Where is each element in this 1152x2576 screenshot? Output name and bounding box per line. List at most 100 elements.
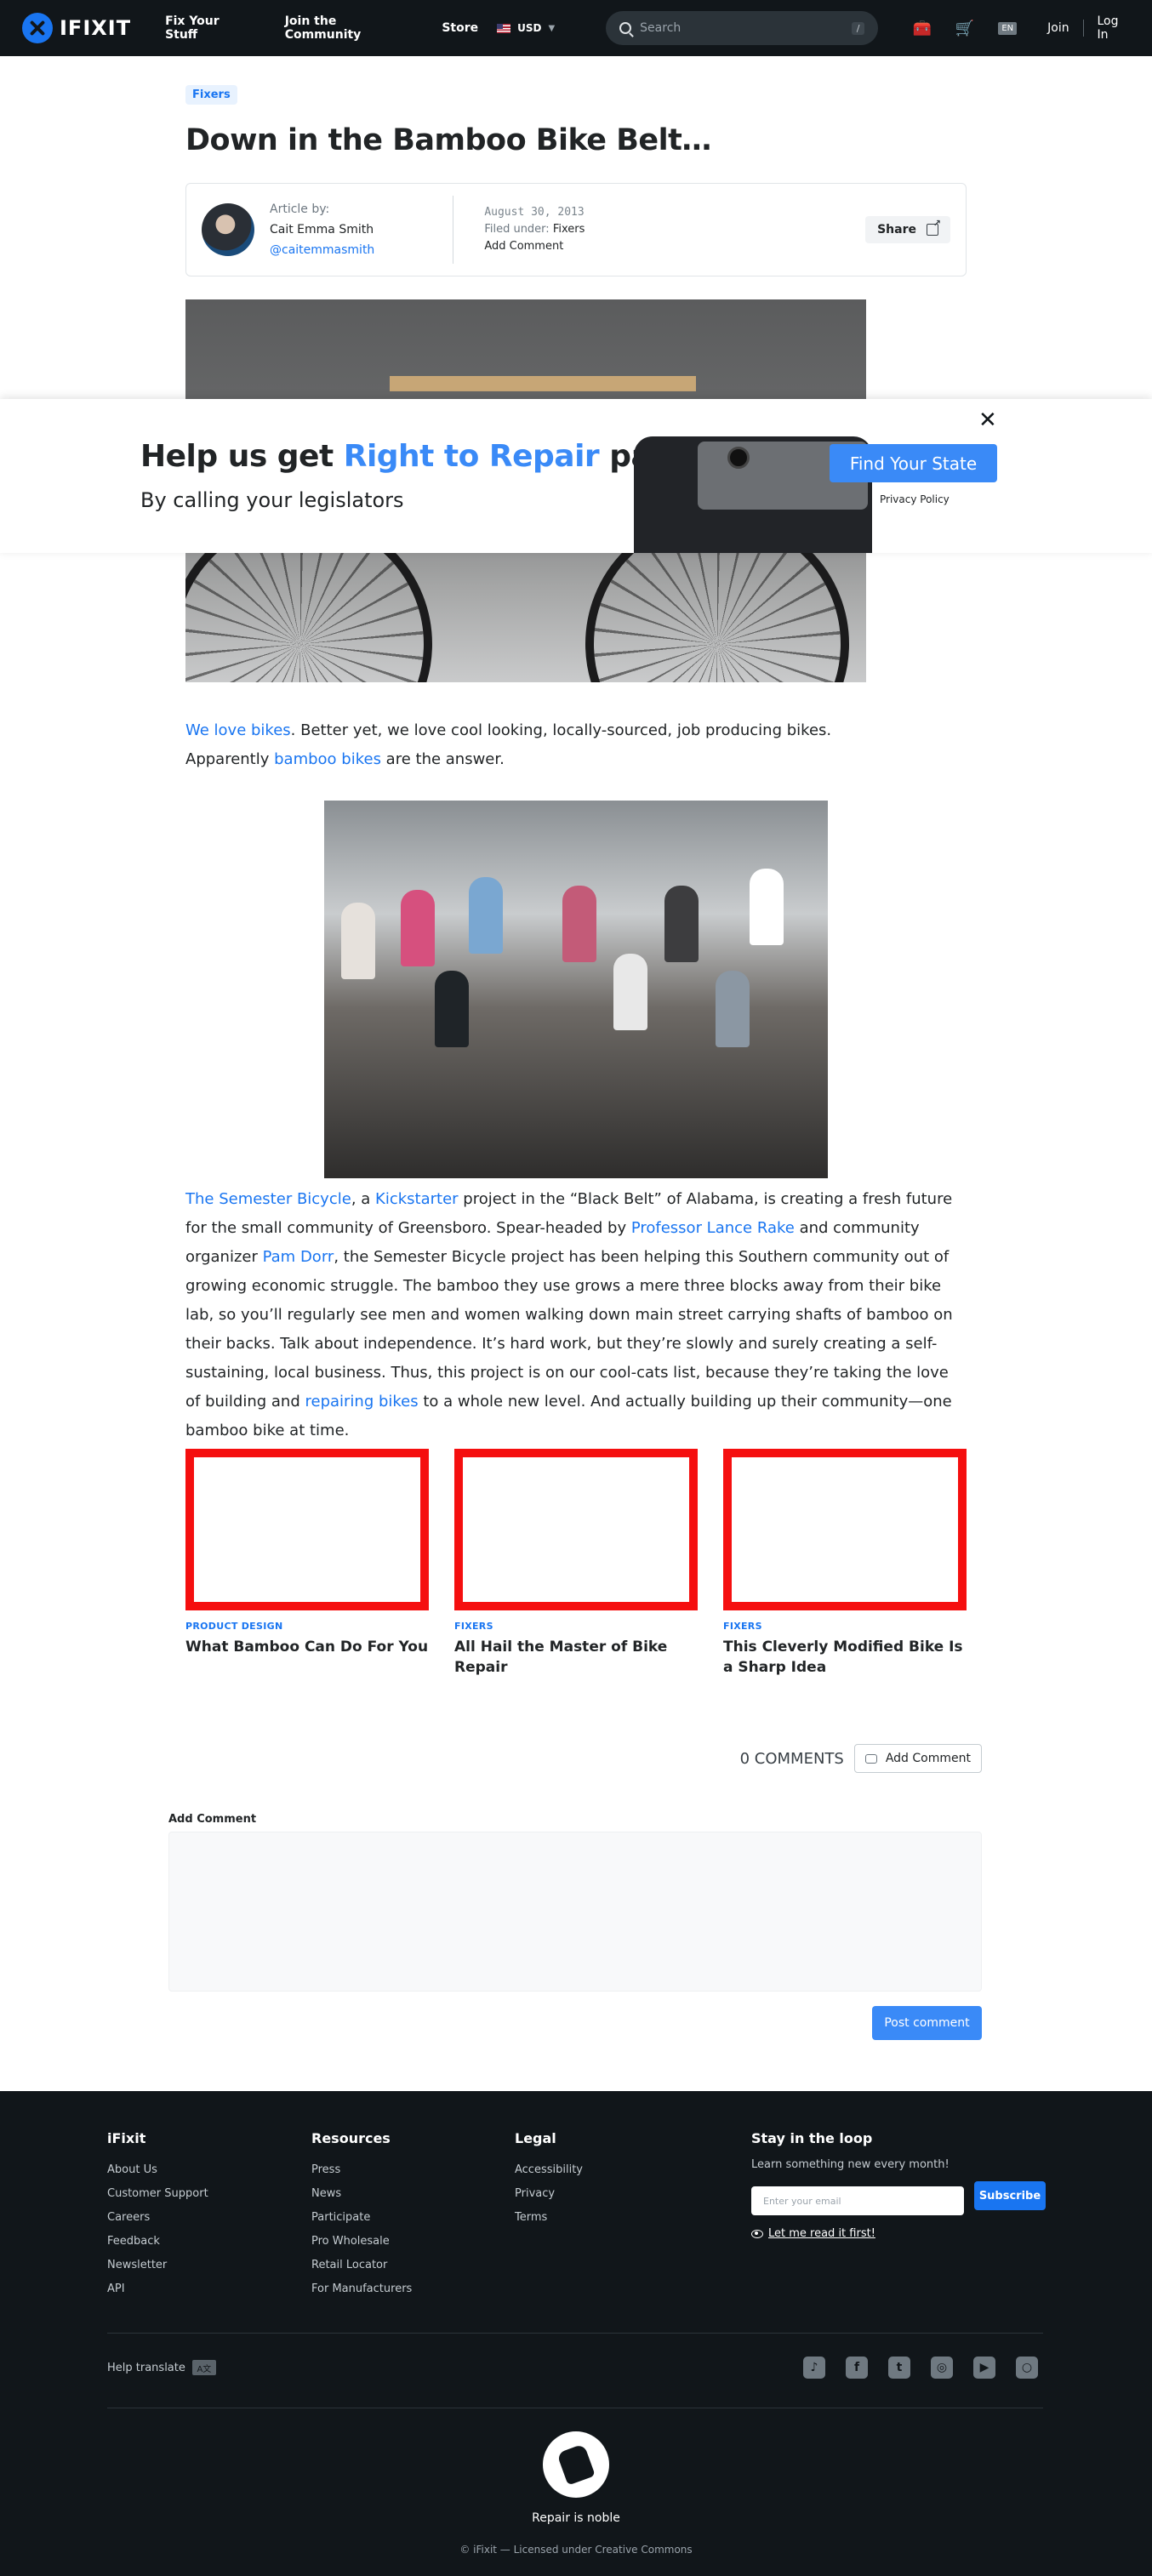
- footer-link[interactable]: News: [311, 2182, 412, 2206]
- article-title: Down in the Bamboo Bike Belt…: [185, 123, 711, 157]
- nav-link-join-community[interactable]: Join the Community: [285, 14, 405, 42]
- photo-person: [664, 886, 699, 962]
- footer-link[interactable]: Retail Locator: [311, 2254, 412, 2277]
- site-footer: iFixit About Us Customer Support Careers…: [0, 2091, 1152, 2576]
- language-selector[interactable]: EN: [998, 21, 1018, 35]
- footer-link[interactable]: For Manufacturers: [311, 2277, 412, 2301]
- related-title[interactable]: All Hail the Master of Bike Repair: [454, 1637, 698, 1678]
- facebook-icon[interactable]: f: [846, 2357, 868, 2379]
- instagram-icon[interactable]: ◎: [931, 2357, 953, 2379]
- read-first-link[interactable]: Let me read it first!: [751, 2227, 964, 2240]
- logo-text: IFIXIT: [60, 16, 132, 40]
- footer-tagline: Repair is noble: [532, 2511, 620, 2525]
- related-thumbnail[interactable]: [723, 1449, 967, 1610]
- repair-org-icon[interactable]: ○: [1016, 2357, 1038, 2379]
- currency-selector[interactable]: USD ▼: [497, 22, 555, 34]
- privacy-policy-link[interactable]: Privacy Policy: [880, 493, 950, 505]
- filed-label: Filed under:: [484, 223, 550, 236]
- search-input[interactable]: Search /: [606, 11, 879, 45]
- link-bamboo-bikes[interactable]: bamboo bikes: [274, 750, 381, 768]
- phone-camera-graphic: [727, 447, 750, 469]
- footer-link[interactable]: API: [107, 2277, 208, 2301]
- youtube-icon[interactable]: ▶: [973, 2357, 995, 2379]
- search-shortcut-key: /: [851, 21, 865, 35]
- filed-value[interactable]: Fixers: [553, 223, 585, 236]
- related-category[interactable]: PRODUCT DESIGN: [185, 1621, 429, 1632]
- banner-subtitle: By calling your legislators: [140, 488, 404, 512]
- footer-link[interactable]: Terms: [515, 2206, 583, 2230]
- toolbox-icon[interactable]: 🧰: [912, 20, 931, 37]
- chevron-down-icon: ▼: [548, 23, 556, 33]
- link-repairing-bikes[interactable]: repairing bikes: [305, 1393, 418, 1411]
- comment-bubble-icon: [864, 1753, 877, 1764]
- nav-link-fix-your-stuff[interactable]: Fix Your Stuff: [165, 14, 248, 42]
- external-share-icon: [927, 218, 941, 236]
- related-card[interactable]: FIXERS All Hail the Master of Bike Repai…: [454, 1449, 698, 1678]
- link-kickstarter[interactable]: Kickstarter: [375, 1190, 459, 1208]
- footer-heading: Resources: [311, 2130, 391, 2146]
- share-button[interactable]: Share: [865, 216, 950, 243]
- comment-textarea[interactable]: [168, 1832, 982, 1992]
- related-thumbnail[interactable]: [185, 1449, 429, 1610]
- twitter-icon[interactable]: t: [888, 2357, 910, 2379]
- email-input[interactable]: Enter your email: [751, 2186, 964, 2215]
- category-tag[interactable]: Fixers: [185, 85, 237, 105]
- currency-label: USD: [517, 22, 542, 34]
- article-header: Fixers Down in the Bamboo Bike Belt… Art…: [185, 85, 967, 276]
- author-label: Article by:: [270, 202, 330, 216]
- help-translate-link[interactable]: Help translate A文: [107, 2360, 216, 2375]
- find-your-state-button[interactable]: Find Your State: [830, 444, 997, 482]
- author-avatar[interactable]: [202, 203, 254, 256]
- related-title[interactable]: What Bamboo Can Do For You: [185, 1637, 429, 1657]
- related-articles: PRODUCT DESIGN What Bamboo Can Do For Yo…: [185, 1449, 967, 1678]
- nav-link-store[interactable]: Store: [442, 21, 478, 35]
- link-pam-dorr[interactable]: Pam Dorr: [263, 1248, 334, 1266]
- article-meta-card: Article by: Cait Emma Smith @caitemmasmi…: [185, 183, 967, 276]
- link-we-love-bikes[interactable]: We love bikes: [185, 721, 291, 739]
- us-flag-icon: [497, 23, 511, 33]
- photo-person: [716, 971, 750, 1047]
- p1-text-2: are the answer.: [380, 750, 505, 768]
- add-comment-button[interactable]: Add Comment: [853, 1744, 982, 1773]
- post-comment-button[interactable]: Post comment: [872, 2006, 982, 2040]
- related-thumbnail[interactable]: [454, 1449, 698, 1610]
- tiktok-icon[interactable]: ♪: [803, 2357, 825, 2379]
- footer-link[interactable]: Feedback: [107, 2230, 208, 2254]
- add-comment-link[interactable]: Add Comment: [484, 238, 585, 255]
- photo-person: [341, 903, 375, 979]
- photo-person: [562, 886, 596, 962]
- join-link[interactable]: Join: [1047, 21, 1069, 35]
- eye-icon: [751, 2229, 763, 2238]
- footer-link[interactable]: Customer Support: [107, 2182, 208, 2206]
- p2-text-4: , the Semester Bicycle project has been …: [185, 1248, 953, 1411]
- author-handle-link[interactable]: @caitemmasmith: [270, 243, 374, 257]
- link-semester-bicycle[interactable]: The Semester Bicycle: [185, 1190, 351, 1208]
- footer-link[interactable]: Participate: [311, 2206, 412, 2230]
- bamboo-frame-graphic: [390, 376, 696, 391]
- footer-link[interactable]: Privacy: [515, 2182, 583, 2206]
- related-category[interactable]: FIXERS: [723, 1621, 967, 1632]
- footer-link[interactable]: Accessibility: [515, 2158, 583, 2182]
- read-first-label: Let me read it first!: [768, 2227, 875, 2240]
- author-name[interactable]: Cait Emma Smith: [270, 219, 374, 240]
- related-category[interactable]: FIXERS: [454, 1621, 698, 1632]
- footer-col-resources: Resources Press News Participate Pro Who…: [311, 2130, 412, 2301]
- login-link[interactable]: Log In: [1098, 14, 1131, 42]
- photo-person: [401, 890, 435, 966]
- related-card[interactable]: PRODUCT DESIGN What Bamboo Can Do For Yo…: [185, 1449, 429, 1678]
- link-professor-lance-rake[interactable]: Professor Lance Rake: [631, 1219, 795, 1237]
- footer-link[interactable]: About Us: [107, 2158, 208, 2182]
- related-title[interactable]: This Cleverly Modified Bike Is a Sharp I…: [723, 1637, 967, 1678]
- footer-link[interactable]: Newsletter: [107, 2254, 208, 2277]
- cart-icon[interactable]: 🛒: [955, 20, 974, 37]
- search-placeholder: Search: [640, 21, 682, 35]
- related-card[interactable]: FIXERS This Cleverly Modified Bike Is a …: [723, 1449, 967, 1678]
- footer-link[interactable]: Careers: [107, 2206, 208, 2230]
- close-icon[interactable]: ✕: [978, 407, 997, 433]
- share-label: Share: [877, 223, 916, 237]
- footer-copyright[interactable]: © iFixit — Licensed under Creative Commo…: [0, 2544, 1152, 2556]
- ifixit-logo[interactable]: IFIXIT: [22, 13, 131, 43]
- footer-link[interactable]: Press: [311, 2158, 412, 2182]
- subscribe-button[interactable]: Subscribe: [974, 2181, 1046, 2210]
- footer-link[interactable]: Pro Wholesale: [311, 2230, 412, 2254]
